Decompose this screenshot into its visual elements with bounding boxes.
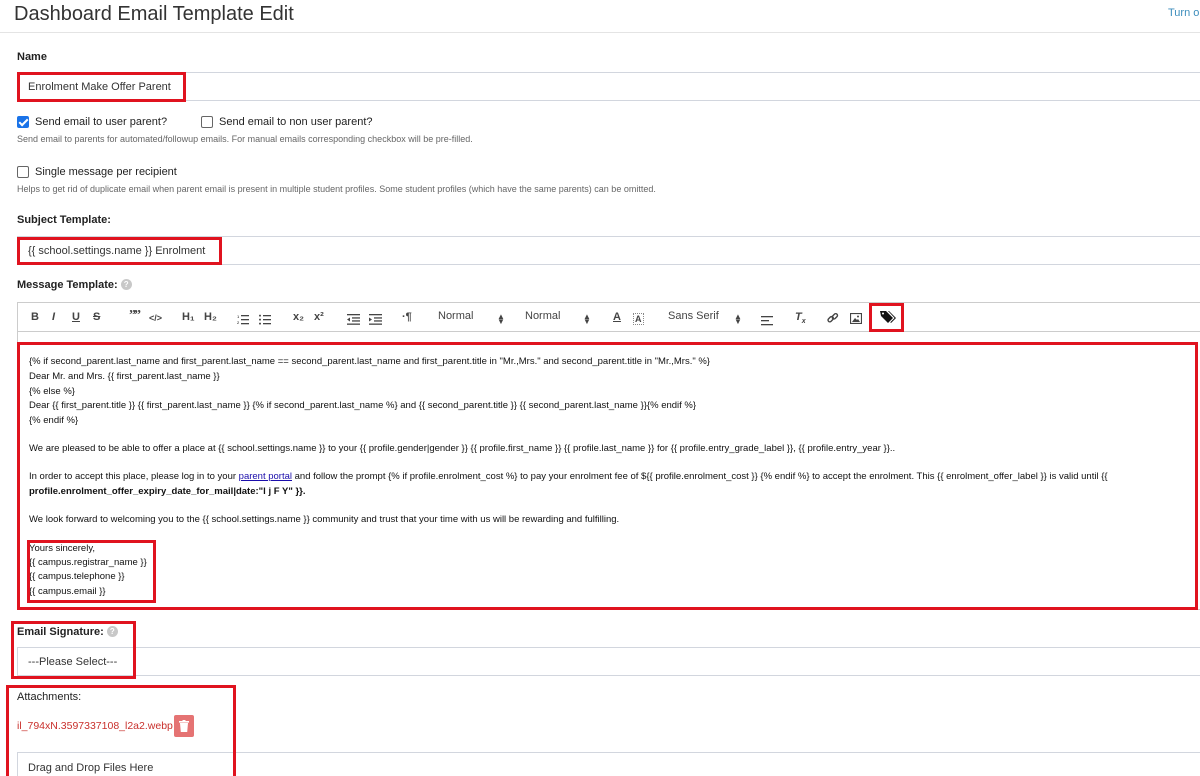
strike-button[interactable]: S bbox=[93, 311, 100, 323]
indent-icon[interactable] bbox=[369, 312, 382, 330]
message-line-4: Dear {{ first_parent.title }} {{ first_p… bbox=[29, 400, 697, 411]
message-line-3: {% else %} bbox=[29, 386, 75, 397]
accept-text-start: In order to accept this place, please lo… bbox=[29, 471, 239, 482]
message-line-8: profile.enrolment_offer_expiry_date_for_… bbox=[29, 486, 306, 497]
italic-button[interactable]: I bbox=[52, 311, 55, 323]
message-line-6: We are pleased to be able to offer a pla… bbox=[29, 443, 896, 454]
question-circle-icon[interactable]: ? bbox=[120, 279, 132, 290]
message-line-10: Yours sincerely, bbox=[29, 543, 96, 554]
send-non-user-parent-label: Send email to non user parent? bbox=[219, 116, 373, 128]
size-select[interactable]: Normal bbox=[438, 310, 473, 322]
outdent-icon[interactable] bbox=[347, 312, 360, 330]
underline-button[interactable]: U bbox=[72, 311, 80, 323]
turn-off-link[interactable]: Turn o bbox=[1168, 7, 1199, 19]
bullet-list-icon[interactable] bbox=[259, 312, 271, 330]
parent-portal-link[interactable]: parent portal bbox=[239, 471, 292, 482]
single-help-text: Helps to get rid of duplicate email when… bbox=[17, 184, 656, 194]
h2-button[interactable]: H₂ bbox=[204, 311, 217, 323]
background-color-button[interactable]: A bbox=[633, 313, 644, 325]
attachment-file-link[interactable]: il_794xN.3597337108_l2a2.webp bbox=[17, 720, 173, 732]
delete-attachment-button[interactable] bbox=[174, 715, 194, 737]
name-input[interactable]: Enrolment Make Offer Parent bbox=[17, 72, 1200, 101]
header-select-arrow-down-icon: ▼ bbox=[583, 317, 591, 326]
message-line-9: We look forward to welcoming you to the … bbox=[29, 514, 620, 525]
subject-input[interactable]: {{ school.settings.name }} Enrolment bbox=[17, 236, 1200, 265]
clean-format-sub: x bbox=[801, 318, 806, 326]
quote-glyph-2: ” bbox=[134, 308, 141, 323]
font-select-arrow-down-icon: ▼ bbox=[734, 317, 742, 326]
link-icon[interactable] bbox=[827, 311, 839, 329]
signature-select[interactable]: ---Please Select--- bbox=[17, 647, 1200, 676]
signature-label-text: Email Signature: bbox=[17, 626, 104, 638]
superscript-button[interactable]: x² bbox=[314, 311, 324, 323]
size-select-arrow-down-icon: ▼ bbox=[497, 317, 505, 326]
code-button[interactable]: </> bbox=[149, 313, 162, 323]
send-user-parent-label: Send email to user parent? bbox=[35, 116, 168, 128]
image-icon[interactable] bbox=[849, 311, 863, 329]
name-label: Name bbox=[17, 51, 47, 63]
message-label: Message Template:? bbox=[17, 279, 132, 291]
subject-label: Subject Template: bbox=[17, 214, 111, 226]
send-help-text: Send email to parents for automated/foll… bbox=[17, 134, 473, 144]
accept-text-end: and follow the prompt {% if profile.enro… bbox=[292, 471, 1108, 482]
subscript-button[interactable]: x₂ bbox=[293, 311, 304, 323]
clean-format-glyph: T bbox=[795, 311, 802, 323]
bold-button[interactable]: B bbox=[31, 311, 39, 323]
message-line-11: {{ campus.registrar_name }} bbox=[29, 557, 147, 568]
header-select[interactable]: Normal bbox=[525, 310, 560, 322]
message-line-1: {% if second_parent.last_name and first_… bbox=[29, 356, 710, 367]
message-line-12: {{ campus.telephone }} bbox=[29, 571, 125, 582]
text-color-button[interactable]: A bbox=[613, 311, 621, 323]
drop-zone-text: Drag and Drop Files Here bbox=[28, 762, 154, 774]
rtl-button[interactable]: ·¶ bbox=[402, 311, 412, 323]
message-label-text: Message Template: bbox=[17, 279, 118, 291]
font-select[interactable]: Sans Serif bbox=[668, 310, 719, 322]
blockquote-button[interactable]: ”” bbox=[129, 308, 141, 324]
send-non-user-parent-checkbox[interactable] bbox=[201, 116, 213, 128]
title-divider bbox=[0, 32, 1200, 33]
align-icon[interactable] bbox=[761, 313, 773, 331]
file-drop-zone[interactable]: Drag and Drop Files Here bbox=[17, 752, 1200, 776]
attachments-label: Attachments: bbox=[17, 691, 82, 703]
send-user-parent-checkbox[interactable] bbox=[17, 116, 29, 128]
message-line-13: {{ campus.email }} bbox=[29, 586, 106, 597]
svg-text:1: 1 bbox=[237, 314, 240, 319]
question-circle-icon[interactable]: ? bbox=[106, 626, 118, 637]
clean-format-button[interactable]: Tx bbox=[795, 311, 806, 325]
ordered-list-icon[interactable]: 12 bbox=[237, 312, 249, 330]
signature-label: Email Signature:? bbox=[17, 626, 118, 638]
single-message-label: Single message per recipient bbox=[35, 166, 177, 178]
message-line-5: {% endif %} bbox=[29, 415, 79, 426]
message-line-7: In order to accept this place, please lo… bbox=[29, 471, 1108, 482]
tags-icon[interactable] bbox=[880, 310, 896, 329]
message-line-2: Dear Mr. and Mrs. {{ first_parent.last_n… bbox=[29, 371, 220, 382]
trash-icon bbox=[179, 720, 189, 732]
h1-button[interactable]: H₁ bbox=[182, 311, 195, 323]
svg-text:2: 2 bbox=[237, 320, 240, 325]
editor-toolbar: B I U S ”” </> H₁ H₂ 12 x₂ x² ·¶ Normal … bbox=[17, 302, 1200, 332]
page-title: Dashboard Email Template Edit bbox=[14, 3, 294, 25]
single-message-checkbox[interactable] bbox=[17, 166, 29, 178]
